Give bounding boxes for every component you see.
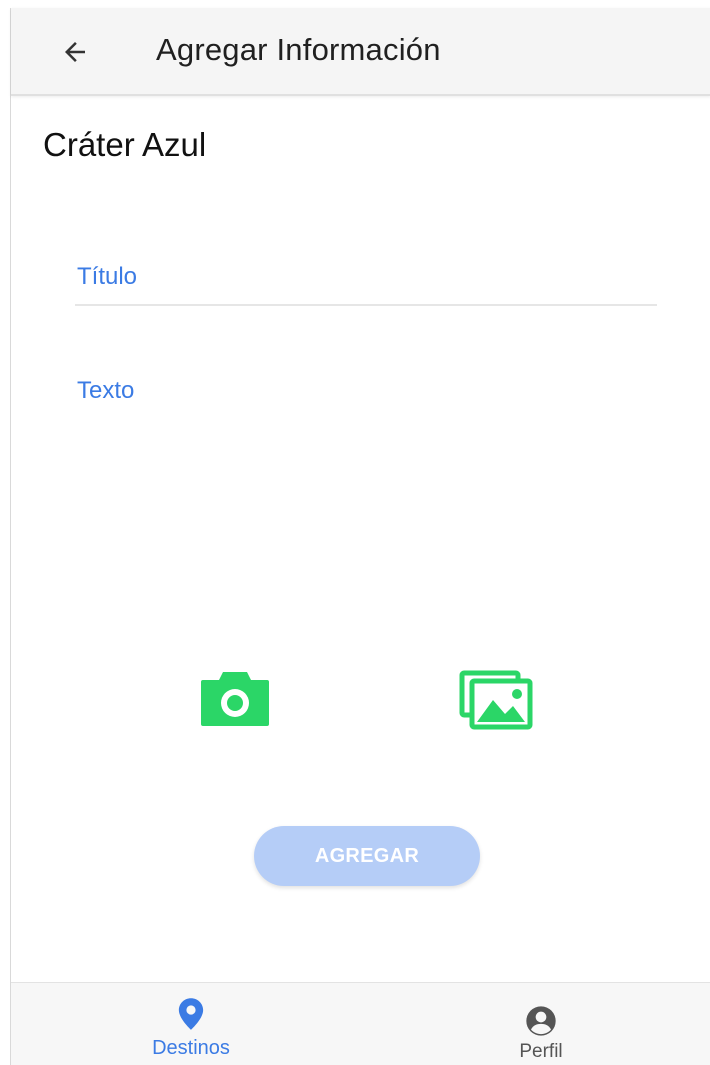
texto-label: Texto — [77, 377, 135, 404]
titulo-label: Título — [77, 263, 138, 290]
app-bar: Agregar Información — [11, 8, 710, 96]
camera-button[interactable] — [199, 670, 271, 728]
nav-label-destinos: Destinos — [152, 1037, 230, 1059]
gallery-button[interactable] — [459, 670, 533, 730]
place-name: Cráter Azul — [43, 126, 207, 163]
arrow-back-icon — [65, 42, 85, 62]
titulo-underline — [75, 304, 657, 306]
agregar-button[interactable]: AGREGAR — [254, 826, 480, 886]
app-screen: Agregar Información Cráter Azul Título T… — [10, 8, 710, 1065]
texto-input[interactable] — [75, 360, 657, 610]
location-pin-icon — [178, 998, 204, 1030]
page-title: Agregar Información — [156, 32, 441, 67]
bottom-navigation: Destinos Perfil — [11, 982, 710, 1065]
nav-item-destinos[interactable]: Destinos — [66, 983, 316, 1065]
camera-icon — [201, 672, 269, 726]
image-gallery-icon — [459, 670, 533, 730]
nav-label-perfil: Perfil — [519, 1041, 563, 1062]
account-circle-icon — [526, 1006, 556, 1036]
nav-item-perfil[interactable]: Perfil — [416, 983, 666, 1065]
titulo-input[interactable] — [75, 248, 657, 308]
back-button[interactable] — [51, 28, 99, 76]
